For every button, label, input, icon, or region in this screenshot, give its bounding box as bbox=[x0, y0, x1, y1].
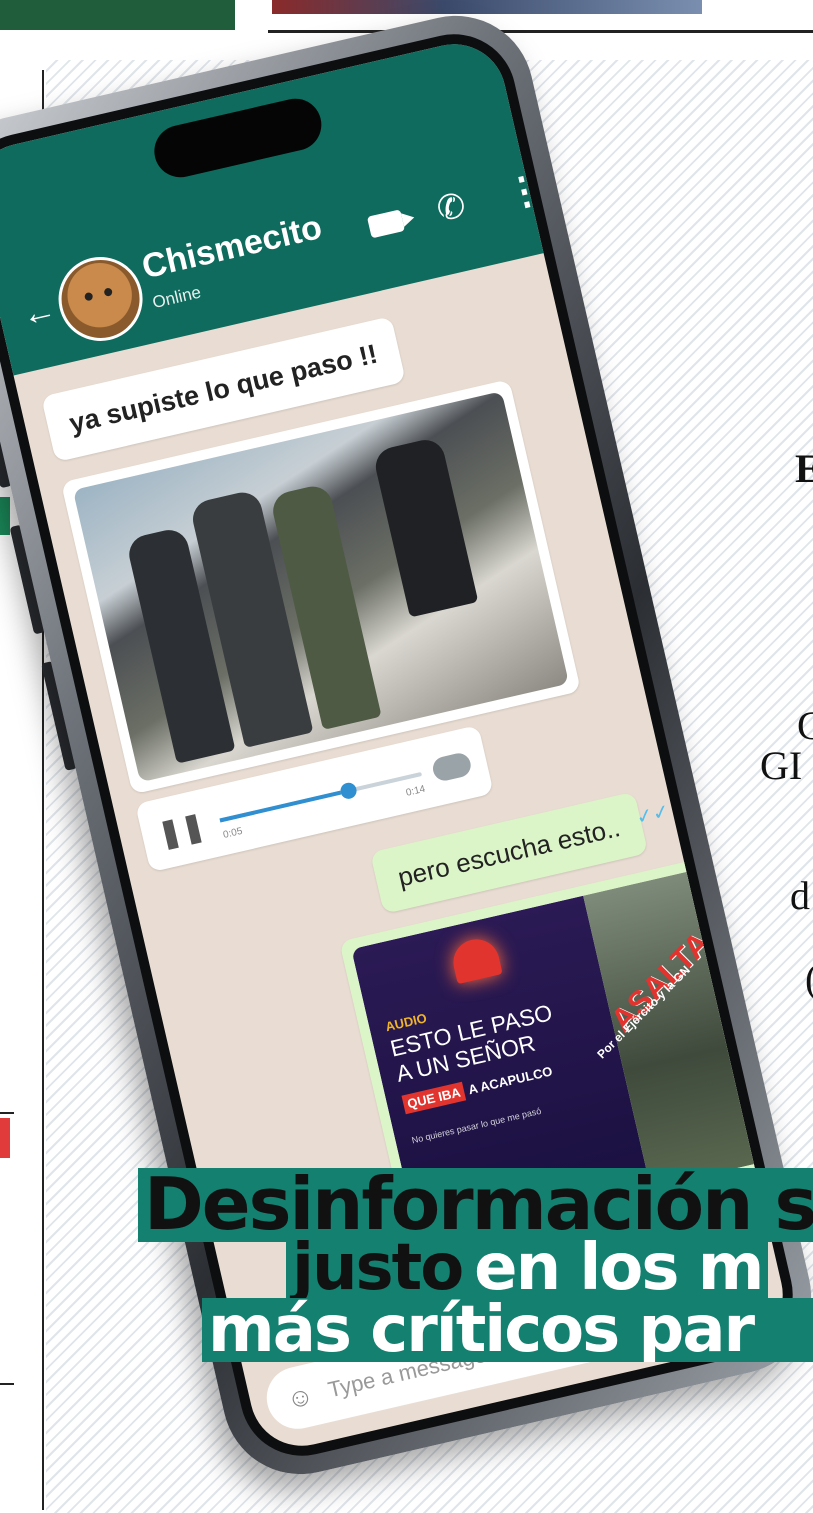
headline-line-3: más críticos par bbox=[202, 1298, 813, 1362]
photo-thumbnail bbox=[72, 391, 570, 783]
outgoing-message-text: pero escucha esto.. bbox=[395, 812, 623, 893]
contact-status: Online bbox=[150, 282, 203, 313]
audio-elapsed: 0:05 bbox=[222, 825, 244, 841]
siren-icon bbox=[448, 934, 503, 985]
headline-line-2-dark: justo bbox=[286, 1236, 469, 1298]
more-options-icon[interactable]: ⋮ bbox=[501, 165, 548, 217]
avatar[interactable] bbox=[50, 248, 151, 350]
pause-icon[interactable]: ❚❚ bbox=[155, 808, 208, 851]
edge-letter: E bbox=[795, 446, 813, 491]
promo-highlight: QUE IBA bbox=[401, 1081, 467, 1115]
emoji-icon[interactable]: ☺ bbox=[284, 1379, 317, 1415]
read-receipt-icon: ✓✓ bbox=[634, 800, 672, 830]
left-edge-green-mark bbox=[0, 497, 10, 535]
top-banner-green bbox=[0, 0, 235, 30]
headline-line-2: justo en los m bbox=[286, 1236, 813, 1298]
left-edge-dash bbox=[0, 1112, 14, 1114]
edge-letter: ( bbox=[805, 955, 813, 1002]
edge-letter: d bbox=[790, 873, 810, 918]
left-edge-dash bbox=[0, 1383, 14, 1385]
playback-speed-button[interactable] bbox=[430, 750, 474, 783]
back-arrow-icon[interactable]: ← bbox=[18, 290, 60, 336]
edge-letter: GI bbox=[760, 743, 803, 788]
video-call-icon[interactable] bbox=[366, 209, 406, 239]
phone-call-icon[interactable]: ✆ bbox=[433, 185, 470, 230]
contact-name[interactable]: Chismecito bbox=[138, 208, 325, 287]
audio-progress-fill bbox=[219, 790, 342, 823]
headline-line-1: Desinformación se bbox=[138, 1168, 813, 1242]
left-edge-red-mark bbox=[0, 1118, 10, 1158]
audio-progress-knob[interactable] bbox=[339, 781, 359, 801]
audio-progress-track[interactable]: 0:05 0:14 bbox=[219, 771, 426, 841]
headline-line-2-light: en los m bbox=[468, 1236, 769, 1298]
audio-duration: 0:14 bbox=[404, 783, 427, 799]
top-rule bbox=[268, 30, 813, 33]
